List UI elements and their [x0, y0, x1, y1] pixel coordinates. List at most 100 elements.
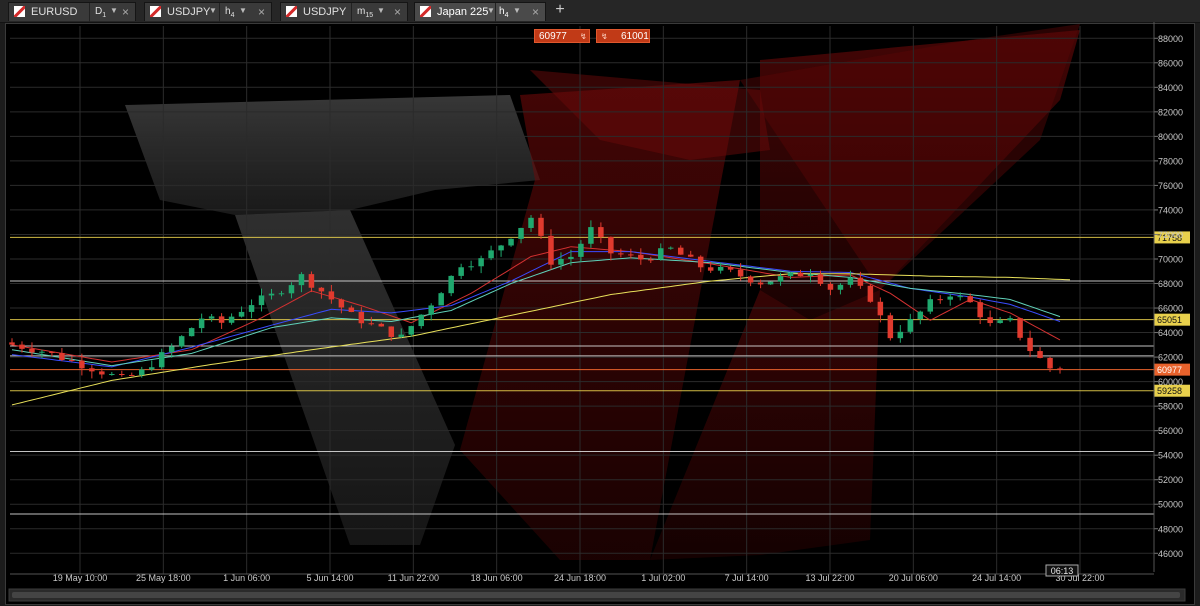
candle-body	[618, 253, 624, 255]
candle-body	[89, 368, 95, 372]
candle-body	[717, 266, 724, 271]
candle-body	[1027, 337, 1033, 352]
candle-body	[987, 317, 993, 324]
candle-body	[119, 374, 125, 376]
candle-body	[428, 305, 434, 315]
y-tick-label: 46000	[1158, 549, 1183, 559]
candle-body	[568, 256, 574, 259]
candle-body	[548, 235, 554, 265]
level-price-label: 59258	[1157, 386, 1182, 396]
candle-body	[1017, 318, 1023, 338]
candle-body	[757, 282, 764, 285]
candle-body	[498, 245, 504, 251]
candle-body	[348, 307, 355, 312]
candle-body	[1047, 357, 1053, 369]
candle-body	[238, 311, 245, 317]
candle-body	[79, 360, 85, 369]
candle-body	[677, 247, 684, 255]
candle-body	[967, 296, 973, 303]
candle-body	[478, 258, 484, 267]
candle-body	[1057, 368, 1063, 370]
candle-body	[578, 243, 584, 257]
candle-body	[129, 374, 135, 376]
level-price-label: 65051	[1157, 315, 1182, 325]
candle-body	[638, 254, 644, 260]
y-tick-label: 58000	[1158, 402, 1183, 412]
candle-body	[777, 276, 784, 282]
candle-body	[897, 331, 904, 339]
y-tick-label: 56000	[1158, 426, 1183, 436]
candle-body	[398, 334, 405, 337]
candle-body	[69, 359, 75, 361]
y-tick-label: 72000	[1158, 230, 1183, 240]
candle-body	[49, 351, 55, 353]
candle-body	[658, 248, 664, 260]
candle-body	[608, 237, 614, 254]
candle-body	[1007, 318, 1013, 321]
candle-body	[628, 254, 634, 256]
candle-body	[448, 275, 454, 294]
y-tick-label: 52000	[1158, 475, 1183, 485]
sell-price-button[interactable]: 60977 ↯	[534, 29, 590, 43]
y-tick-label: 82000	[1158, 107, 1183, 117]
candle-body	[268, 293, 275, 296]
candle-body	[418, 314, 424, 327]
candle-body	[178, 336, 185, 347]
y-tick-label: 62000	[1158, 353, 1183, 363]
candle-body	[218, 316, 225, 323]
y-tick-label: 80000	[1158, 132, 1183, 142]
candle-body	[318, 287, 325, 292]
y-tick-label: 68000	[1158, 279, 1183, 289]
candle-body	[488, 250, 494, 259]
candle-body	[438, 293, 444, 306]
y-tick-label: 86000	[1158, 58, 1183, 68]
candle-body	[308, 274, 315, 288]
candle-body	[558, 258, 564, 265]
candle-body	[208, 316, 215, 319]
candle-body	[39, 351, 45, 353]
candle-body	[528, 217, 534, 228]
buy-price-button[interactable]: ↯ 61001	[596, 29, 650, 43]
candle-body	[787, 272, 794, 277]
candle-body	[727, 266, 734, 270]
candle-body	[288, 285, 295, 294]
y-tick-label: 54000	[1158, 451, 1183, 461]
candle-body	[937, 299, 943, 301]
candle-body	[508, 238, 514, 246]
y-tick-label: 66000	[1158, 304, 1183, 314]
candle-body	[927, 299, 934, 312]
candle-body	[847, 277, 854, 285]
y-tick-label: 74000	[1158, 205, 1183, 215]
price-chart[interactable]: 71758650515925860977 4600048000500005200…	[0, 0, 1200, 606]
candle-body	[19, 344, 25, 349]
candle-body	[9, 342, 15, 345]
candle-body	[99, 371, 105, 375]
candle-body	[697, 256, 704, 268]
current-price-label: 60977	[1157, 365, 1182, 375]
candle-body	[1037, 351, 1043, 358]
buy-price: 61001	[621, 31, 649, 42]
candle-body	[538, 217, 544, 236]
candle-body	[997, 320, 1003, 324]
candle-body	[518, 227, 524, 239]
price-axis: 46000 48000 50000 52000 54000 56000 58000 60000…	[1153, 22, 1183, 572]
candle-body	[867, 285, 874, 302]
chart-mini-icon: ↯	[580, 32, 587, 41]
candle-body	[228, 316, 235, 323]
candle-body	[109, 374, 115, 376]
candle-body	[747, 276, 754, 283]
candle-body	[298, 274, 305, 286]
candle-body	[29, 348, 35, 353]
candle-body	[767, 281, 774, 285]
sell-price: 60977	[539, 31, 567, 42]
candle-body	[877, 301, 884, 316]
candle-body	[887, 315, 894, 339]
candle-body	[388, 326, 395, 337]
y-tick-label: 60000	[1158, 377, 1183, 387]
candle-body	[198, 318, 205, 329]
candle-body	[827, 283, 834, 290]
candle-body	[588, 227, 594, 244]
y-tick-label: 88000	[1158, 34, 1183, 44]
candle-body	[148, 367, 155, 370]
scrollbar-thumb[interactable]	[12, 592, 1180, 598]
